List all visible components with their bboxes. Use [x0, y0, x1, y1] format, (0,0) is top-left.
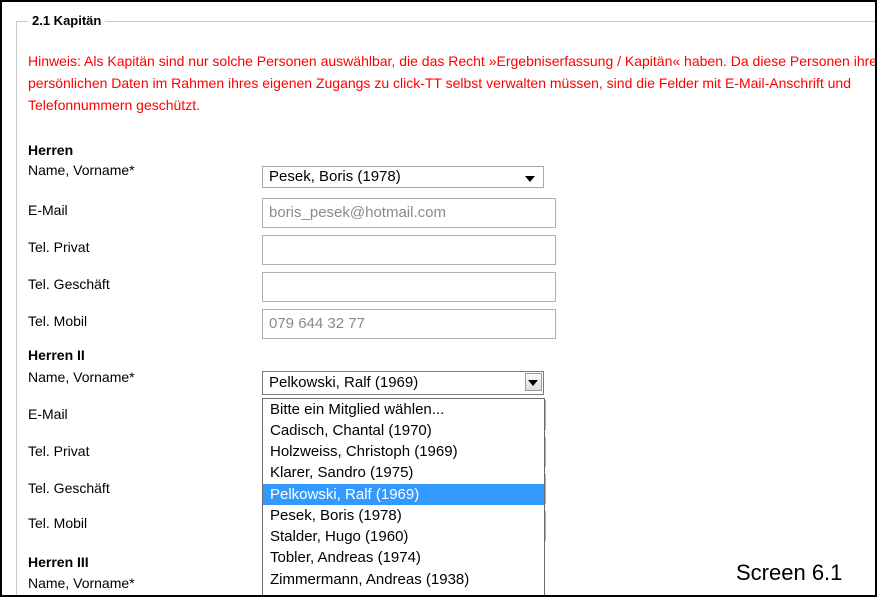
tel-privat-field-herren[interactable]: [262, 235, 556, 265]
dropdown-option[interactable]: Pesek, Boris (1978): [263, 505, 544, 526]
group-title-herren: Herren: [28, 142, 74, 158]
chevron-down-icon: [528, 380, 538, 386]
dropdown-option[interactable]: Zimmermann, Andreas (1938): [263, 569, 544, 590]
select-value-herren-2: Pelkowski, Ralf (1969): [269, 374, 419, 391]
label-tel-geschaeft-herren: Tel. Geschäft: [28, 276, 110, 292]
select-value-herren: Pesek, Boris (1978): [269, 168, 401, 185]
screenshot-frame: 2.1 Kapitän Hinweis: Als Kapitän sind nu…: [0, 0, 877, 597]
dropdown-button[interactable]: [525, 373, 542, 391]
dropdown-option[interactable]: Holzweiss, Christoph (1969): [263, 441, 544, 462]
label-tel-privat-herren: Tel. Privat: [28, 239, 90, 255]
dropdown-option[interactable]: Stalder, Hugo (1960): [263, 526, 544, 547]
label-email-herren: E-Mail: [28, 202, 68, 218]
label-name-herren: Name, Vorname*: [28, 162, 135, 178]
dropdown-option[interactable]: Tobler, Andreas (1974): [263, 547, 544, 568]
group-title-herren-3: Herren III: [28, 554, 89, 570]
label-tel-mobil-herren-2: Tel. Mobil: [28, 515, 88, 531]
hint-text: Hinweis: Als Kapitän sind nur solche Per…: [28, 53, 877, 113]
chevron-down-icon: [525, 176, 535, 182]
select-captain-herren[interactable]: Pesek, Boris (1978): [262, 166, 544, 188]
dropdown-option[interactable]: Cadisch, Chantal (1970): [263, 420, 544, 441]
dropdown-option-selected[interactable]: Pelkowski, Ralf (1969): [263, 484, 544, 505]
label-name-herren-3: Name, Vorname*: [28, 575, 135, 591]
fieldset-border-top: [16, 21, 875, 22]
label-tel-privat-herren-2: Tel. Privat: [28, 443, 90, 459]
tel-geschaeft-field-herren[interactable]: [262, 272, 556, 302]
label-tel-mobil-herren: Tel. Mobil: [28, 313, 88, 329]
group-title-herren-2: Herren II: [28, 347, 85, 363]
email-field-herren[interactable]: boris_pesek@hotmail.com: [262, 198, 556, 228]
fieldset-border-left: [16, 21, 17, 595]
label-tel-geschaeft-herren-2: Tel. Geschäft: [28, 480, 110, 496]
dropdown-option[interactable]: Bitte ein Mitglied wählen...: [263, 399, 544, 420]
dropdown-option[interactable]: Klarer, Sandro (1975): [263, 462, 544, 483]
select-captain-herren-2[interactable]: Pelkowski, Ralf (1969): [262, 371, 544, 395]
captain-dropdown-list[interactable]: Bitte ein Mitglied wählen... Cadisch, Ch…: [262, 398, 545, 595]
label-name-herren-2: Name, Vorname*: [28, 369, 135, 385]
tel-mobil-field-herren[interactable]: 079 644 32 77: [262, 309, 556, 339]
section-legend: 2.1 Kapitän: [28, 13, 106, 28]
label-email-herren-2: E-Mail: [28, 406, 68, 422]
screen-caption: Screen 6.1: [736, 560, 843, 585]
